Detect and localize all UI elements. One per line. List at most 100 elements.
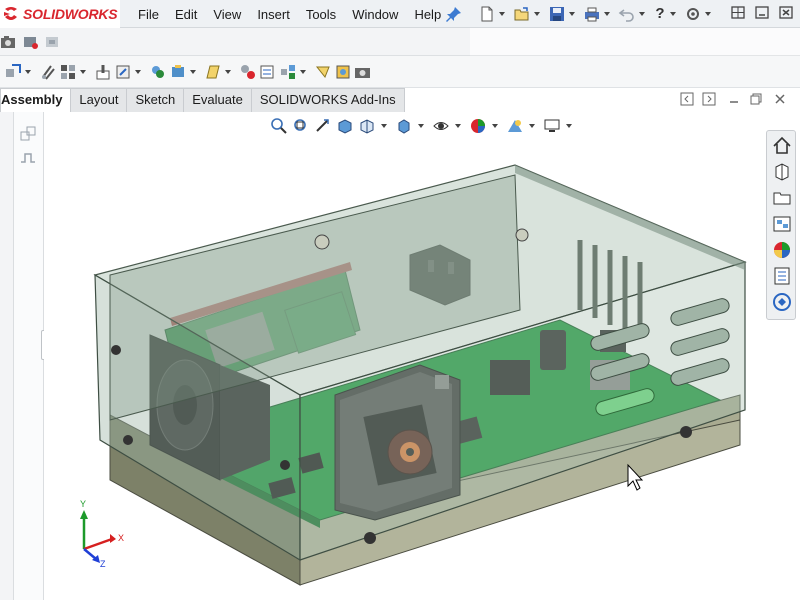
mate-icon[interactable] xyxy=(39,63,57,81)
menu-help[interactable]: Help xyxy=(414,7,441,22)
view-palette-icon[interactable] xyxy=(771,213,793,235)
section-view-icon[interactable] xyxy=(336,117,354,135)
triad-z-label: Z xyxy=(100,559,106,567)
tab-solidworks-add-ins[interactable]: SOLIDWORKS Add-Ins xyxy=(250,88,405,112)
zoom-to-area-icon[interactable] xyxy=(292,117,310,135)
apply-scene-dropdown-icon[interactable] xyxy=(529,124,535,128)
assembly-features-dropdown-icon[interactable] xyxy=(190,69,196,74)
reference-geometry-icon[interactable] xyxy=(204,63,222,81)
doc-minimize-icon[interactable] xyxy=(727,92,741,106)
pin-icon[interactable] xyxy=(445,5,463,23)
view-settings-icon[interactable] xyxy=(543,117,561,135)
menu-tools[interactable]: Tools xyxy=(306,7,336,22)
new-dropdown-icon[interactable] xyxy=(499,12,505,16)
exploded-view-dropdown-icon[interactable] xyxy=(300,69,306,74)
close-window-icon[interactable] xyxy=(776,4,796,22)
triad-y-label: Y xyxy=(80,499,86,509)
edit-appearance-dropdown-icon[interactable] xyxy=(492,124,498,128)
new-motion-study-icon[interactable] xyxy=(239,63,257,81)
print-dropdown-icon[interactable] xyxy=(604,12,610,16)
assembly-preview-icon[interactable] xyxy=(334,63,352,81)
help-dropdown-icon[interactable] xyxy=(670,12,676,16)
tab-assembly[interactable]: Assembly xyxy=(0,88,72,112)
solidworks-forum-icon[interactable] xyxy=(771,291,793,313)
collapse-left-icon[interactable] xyxy=(680,92,694,106)
insert-components-icon[interactable] xyxy=(4,63,22,81)
undo-icon[interactable] xyxy=(618,5,636,23)
open-icon[interactable] xyxy=(513,5,531,23)
doc-restore-icon[interactable] xyxy=(749,92,763,106)
tab-layout[interactable]: Layout xyxy=(70,88,128,112)
display-style-dropdown-icon[interactable] xyxy=(418,124,424,128)
tab-sketch[interactable]: Sketch xyxy=(126,88,185,112)
move-component-dropdown-icon[interactable] xyxy=(135,69,141,74)
view-settings-dropdown-icon[interactable] xyxy=(566,124,572,128)
undo-dropdown-icon[interactable] xyxy=(639,12,645,16)
solidworks-logo[interactable]: SOLIDWORKS xyxy=(0,0,120,28)
reference-geometry-dropdown-icon[interactable] xyxy=(225,69,231,74)
menu-insert[interactable]: Insert xyxy=(257,7,290,22)
graphics-area[interactable]: Y X Z xyxy=(44,112,800,600)
hide-show-dropdown-icon[interactable] xyxy=(455,124,461,128)
options-dropdown-icon[interactable] xyxy=(705,12,711,16)
tab-evaluate[interactable]: Evaluate xyxy=(183,88,252,112)
linear-pattern-icon[interactable] xyxy=(59,63,77,81)
assembly-model-view[interactable] xyxy=(44,112,800,600)
help-icon[interactable]: ? xyxy=(653,5,667,23)
design-library-icon[interactable] xyxy=(771,161,793,183)
triad-x-axis xyxy=(83,537,113,551)
ds-logo-icon xyxy=(4,7,17,20)
collapse-right-icon[interactable] xyxy=(702,92,716,106)
apply-scene-icon[interactable] xyxy=(506,117,524,135)
edit-appearance-icon[interactable] xyxy=(469,117,487,135)
feature-manager-edge xyxy=(0,112,14,600)
configuration-manager-icon[interactable] xyxy=(18,124,38,144)
file-explorer-icon[interactable] xyxy=(771,187,793,209)
view-orientation-icon[interactable] xyxy=(358,117,376,135)
record-icon[interactable] xyxy=(22,33,40,51)
menu-bar: File Edit View Insert Tools Window Help xyxy=(138,0,457,28)
bill-of-materials-icon[interactable] xyxy=(259,63,277,81)
linear-pattern-dropdown-icon[interactable] xyxy=(80,69,86,74)
standard-toolbar: ? xyxy=(478,2,719,26)
secondary-toolbar xyxy=(0,28,470,56)
minimize-window-icon[interactable] xyxy=(752,4,772,22)
zoom-to-fit-icon[interactable] xyxy=(270,117,288,135)
doc-close-icon[interactable] xyxy=(773,92,787,106)
snapshot-icon[interactable] xyxy=(354,63,372,81)
new-document-icon[interactable] xyxy=(478,5,496,23)
capture-icon[interactable] xyxy=(44,33,62,51)
menu-window[interactable]: Window xyxy=(352,7,398,22)
view-orientation-dropdown-icon[interactable] xyxy=(381,124,387,128)
menu-file[interactable]: File xyxy=(138,7,159,22)
assembly-features-icon[interactable] xyxy=(169,63,187,81)
show-hidden-icon[interactable] xyxy=(149,63,167,81)
save-dropdown-icon[interactable] xyxy=(569,12,575,16)
triad-x-label: X xyxy=(118,533,124,543)
move-component-icon[interactable] xyxy=(114,63,132,81)
hide-show-icon[interactable] xyxy=(432,117,450,135)
exploded-view-icon[interactable] xyxy=(279,63,297,81)
previous-view-icon[interactable] xyxy=(314,117,332,135)
instant3d-icon[interactable] xyxy=(314,63,332,81)
print-icon[interactable] xyxy=(583,5,601,23)
dimxpert-icon[interactable] xyxy=(18,148,38,168)
feature-manager-panel xyxy=(14,112,44,600)
command-manager-tabs: Assembly Layout Sketch Evaluate SOLIDWOR… xyxy=(0,88,405,112)
camera-icon[interactable] xyxy=(0,33,18,51)
insert-components-dropdown-icon[interactable] xyxy=(25,69,31,74)
options-icon[interactable] xyxy=(684,5,702,23)
reference-triad: Y X Z xyxy=(80,499,124,567)
custom-properties-icon[interactable] xyxy=(771,265,793,287)
menu-edit[interactable]: Edit xyxy=(175,7,197,22)
display-style-icon[interactable] xyxy=(395,117,413,135)
open-dropdown-icon[interactable] xyxy=(534,12,540,16)
appearances-icon[interactable] xyxy=(771,239,793,261)
restore-window-icon[interactable] xyxy=(728,4,748,22)
save-icon[interactable] xyxy=(548,5,566,23)
menu-view[interactable]: View xyxy=(213,7,241,22)
smart-fasteners-icon[interactable] xyxy=(94,63,112,81)
task-pane xyxy=(766,130,796,320)
heads-up-view-toolbar xyxy=(270,114,580,138)
home-icon[interactable] xyxy=(771,135,793,157)
